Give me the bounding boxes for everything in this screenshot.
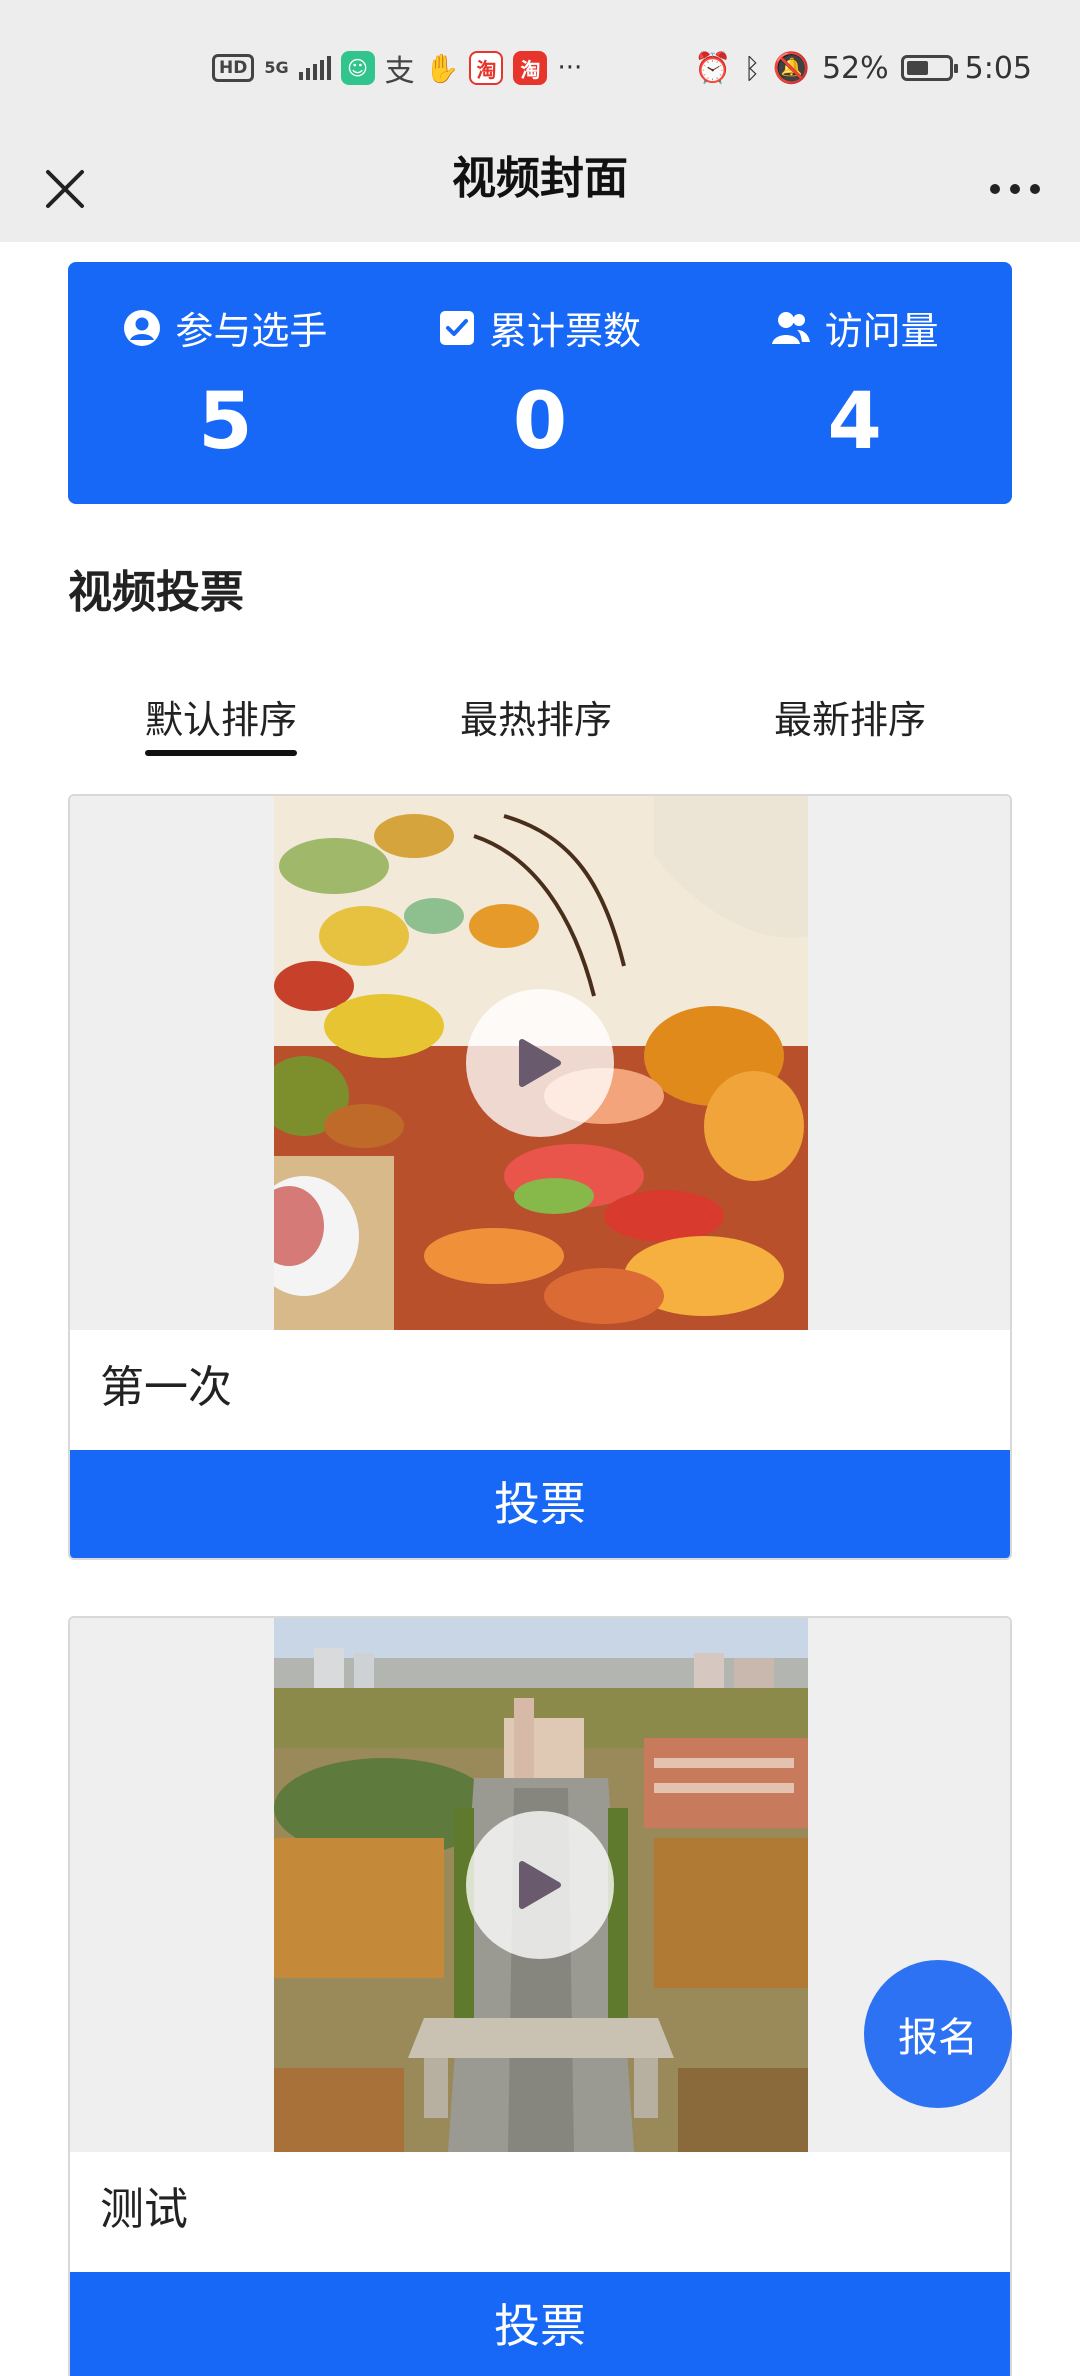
taobao-app-icon-2: 淘	[513, 51, 548, 85]
battery-percent: 52%	[821, 50, 889, 86]
hd-icon: HD	[212, 54, 255, 82]
play-button[interactable]	[466, 989, 614, 1137]
network-type: 5G	[264, 58, 289, 77]
signal-icon	[298, 56, 331, 80]
alarm-icon: ⏰	[694, 50, 732, 86]
alipay-icon: 支	[384, 54, 415, 89]
title-bar: 视频封面	[0, 136, 1080, 242]
signup-button[interactable]: 报名	[864, 1960, 1012, 2108]
taobao-app-icon: 淘	[469, 51, 504, 85]
clock: 5:05	[964, 50, 1032, 86]
chat-app-icon: ☺	[340, 51, 375, 85]
bluetooth-icon: ᛒ	[743, 51, 761, 85]
play-icon	[519, 1039, 561, 1087]
stat-label: 参与选手	[175, 309, 328, 353]
section-title: 视频投票	[68, 567, 244, 618]
users-icon	[771, 311, 810, 344]
video-card: 第一次 投票	[68, 794, 1012, 1560]
more-icon	[990, 184, 1040, 194]
stat-visits: 访问量 4	[697, 262, 1012, 504]
status-bar: HD 5G ☺ 支 ✋ 淘 淘 ··· ⏰ ᛒ 🔕 52% 5:05	[0, 0, 1080, 136]
more-options-button[interactable]	[980, 154, 1050, 224]
stat-votes: 累计票数 0	[383, 262, 698, 504]
stat-value: 4	[827, 377, 882, 467]
stat-value: 0	[512, 377, 568, 467]
hand-icon: ✋	[424, 51, 460, 85]
video-card: 测试 投票	[68, 1616, 1012, 2376]
stat-label: 累计票数	[489, 309, 642, 353]
tab-default-sort[interactable]: 默认排序	[145, 690, 298, 756]
video-title: 测试	[70, 2152, 1010, 2272]
play-button[interactable]	[466, 1811, 614, 1959]
stat-label: 访问量	[824, 309, 939, 353]
status-left: HD 5G ☺ 支 ✋ 淘 淘 ···	[212, 48, 583, 89]
stat-value: 5	[198, 377, 253, 467]
stat-participants: 参与选手 5	[68, 262, 383, 504]
battery-icon	[900, 55, 958, 81]
mute-icon: 🔕	[772, 50, 810, 86]
sort-tabs: 默认排序 最热排序 最新排序	[68, 690, 1012, 760]
vote-button[interactable]: 投票	[70, 1450, 1010, 1558]
checkbox-icon	[440, 310, 474, 345]
page-title: 视频封面	[452, 153, 628, 204]
vote-button[interactable]: 投票	[70, 2272, 1010, 2376]
user-circle-icon	[124, 309, 161, 346]
status-right: ⏰ ᛒ 🔕 52% 5:05	[694, 48, 1032, 88]
tab-new-sort[interactable]: 最新排序	[774, 690, 926, 756]
video-thumbnail-area[interactable]	[70, 1618, 1010, 2152]
tab-hot-sort[interactable]: 最热排序	[460, 690, 612, 756]
video-title: 第一次	[70, 1330, 1010, 1450]
video-thumbnail-area[interactable]	[70, 796, 1010, 1330]
play-icon	[519, 1861, 561, 1909]
more-notifications: ···	[557, 53, 583, 83]
stats-card: 参与选手 5 累计票数 0 访问量 4	[68, 262, 1012, 504]
